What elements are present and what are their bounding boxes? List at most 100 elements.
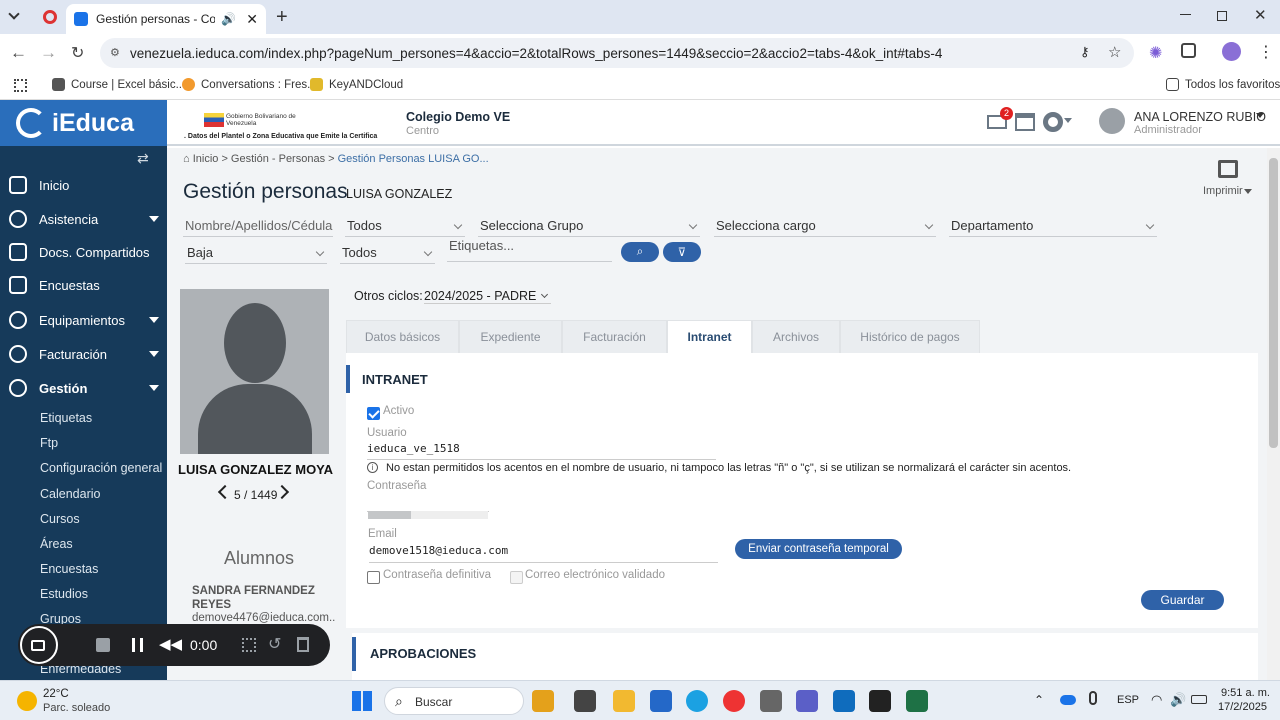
windows-start-icon[interactable] [352, 691, 372, 711]
back-arrow-icon[interactable]: ← [10, 43, 27, 63]
send-temp-password-button[interactable]: Enviar contraseña temporal [735, 539, 902, 559]
onedrive-cloud-icon[interactable] [1060, 695, 1076, 705]
tab-list-chevron-icon[interactable] [8, 8, 20, 20]
volume-icon[interactable]: 🔊 [1170, 692, 1186, 708]
tab-archivos[interactable]: Archivos [752, 320, 840, 354]
window-restore-button[interactable] [1217, 11, 1227, 21]
sidebar-sub-areas[interactable]: Áreas [40, 537, 73, 551]
sidebar-sub-cursos[interactable]: Cursos [40, 512, 80, 526]
sidebar-sub-config[interactable]: Configuración general [40, 461, 162, 475]
clock-date[interactable]: 17/2/2025 [1218, 701, 1267, 713]
clear-filter-button[interactable]: ⊽ [663, 242, 701, 262]
taskbar-app-excel-icon[interactable] [906, 690, 928, 712]
breadcrumb-path[interactable]: Inicio > Gestión - Personas > [193, 153, 338, 165]
otros-ciclos-select[interactable]: 2024/2025 - PADRE [424, 289, 551, 304]
tab-close-icon[interactable]: ✕ [246, 11, 258, 28]
sidebar-collapse-icon[interactable]: ⇄ [137, 150, 149, 167]
printer-icon[interactable] [1218, 160, 1238, 178]
wifi-icon[interactable]: ◠ [1151, 692, 1162, 708]
bookmark-star-icon[interactable]: ☆ [1108, 43, 1121, 61]
taskbar-app-file-icon[interactable] [574, 690, 596, 712]
weather-temp[interactable]: 22°C [43, 688, 69, 700]
departamento-select[interactable]: Departamento [949, 215, 1157, 237]
user-menu-caret-icon[interactable] [1256, 113, 1264, 118]
todos-select-2[interactable]: Todos [340, 242, 435, 264]
clock-time[interactable]: 9:51 a. m. [1221, 687, 1270, 699]
calendar-icon[interactable] [1015, 113, 1035, 131]
sidebar-item-inicio[interactable]: Inicio [0, 170, 167, 200]
password-key-icon[interactable]: ⚷ [1080, 44, 1090, 60]
all-bookmarks-folder[interactable]: Todos los favoritos [1166, 78, 1280, 91]
person-photo[interactable] [180, 289, 329, 454]
activo-checkbox[interactable] [367, 407, 380, 420]
search-button[interactable]: ⌕ [621, 242, 659, 262]
ieduca-logo[interactable]: iEduca [0, 100, 167, 146]
window-minimize-button[interactable] [1180, 14, 1191, 15]
baja-select[interactable]: Baja [185, 242, 327, 264]
tab-audio-icon[interactable]: 🔊 [221, 12, 236, 26]
trash-icon[interactable] [297, 637, 309, 652]
extension-gear-icon[interactable]: ✺ [1149, 43, 1162, 63]
window-close-button[interactable]: ✕ [1254, 6, 1267, 24]
camera-toggle-button[interactable] [20, 626, 58, 664]
extensions-puzzle-icon[interactable] [1181, 43, 1196, 58]
student-name[interactable]: SANDRA FERNANDEZ REYES [192, 584, 322, 612]
page-scrollbar-track[interactable] [1267, 148, 1280, 680]
contrasena-definitiva-checkbox[interactable] [367, 571, 380, 584]
browser-tab-active[interactable]: Gestión personas - Colegio 🔊 ✕ [66, 4, 266, 34]
cargo-select[interactable]: Selecciona cargo [714, 215, 936, 237]
sidebar-item-encuestas[interactable]: Encuestas [0, 270, 167, 300]
weather-sun-icon[interactable] [17, 691, 37, 711]
taskbar-app-briefcase-icon[interactable] [532, 690, 554, 712]
taskbar-app-chrome-icon[interactable] [723, 690, 745, 712]
tab-facturacion[interactable]: Facturación [562, 320, 667, 354]
bookmark-conversations[interactable]: Conversations : Fres... [182, 78, 317, 91]
grid-dots-icon[interactable] [242, 638, 256, 652]
search-name-input[interactable]: Nombre/Apellidos/Cédula [183, 215, 333, 237]
tray-expand-icon[interactable]: ⌃ [1034, 693, 1044, 707]
address-bar[interactable]: ⚙ venezuela.ieduca.com/index.php?pageNum… [100, 38, 1134, 68]
print-caret-icon[interactable] [1244, 189, 1252, 194]
user-avatar[interactable] [1099, 108, 1125, 134]
taskbar-app-store-icon[interactable] [650, 690, 672, 712]
etiquetas-input[interactable]: Etiquetas... [447, 234, 612, 262]
tab-historico-pagos[interactable]: Histórico de pagos [840, 320, 980, 354]
bookmark-keyandcloud[interactable]: KeyANDCloud [310, 78, 403, 91]
site-info-icon[interactable]: ⚙ [110, 46, 120, 59]
taskbar-app-calculator-icon[interactable] [760, 690, 782, 712]
sidebar-item-docs[interactable]: Docs. Compartidos [0, 237, 167, 267]
restart-icon[interactable]: ↺ [268, 634, 281, 654]
email-input[interactable]: demove1518@ieduca.com [369, 544, 718, 563]
input-language[interactable]: ESP [1117, 694, 1139, 706]
sidebar-item-asistencia[interactable]: Asistencia [0, 204, 167, 234]
sidebar-item-equipamientos[interactable]: Equipamientos [0, 305, 167, 335]
tab-intranet[interactable]: Intranet [667, 320, 752, 354]
reload-icon[interactable]: ↻ [71, 43, 84, 63]
sidebar-sub-etiquetas[interactable]: Etiquetas [40, 411, 92, 425]
profile-avatar-icon[interactable] [1222, 42, 1241, 61]
sidebar-sub-encuestas[interactable]: Encuestas [40, 562, 98, 576]
print-label[interactable]: Imprimir [1203, 185, 1243, 197]
usuario-input[interactable]: ieduca_ve_1518 [367, 442, 716, 460]
user-name[interactable]: ANA LORENZO RUBIO [1134, 110, 1266, 124]
support-caret-icon[interactable] [1064, 118, 1072, 123]
sidebar-sub-estudios[interactable]: Estudios [40, 587, 88, 601]
new-tab-button[interactable]: + [276, 6, 288, 29]
forward-arrow-icon[interactable]: → [40, 43, 57, 63]
prev-person-icon[interactable] [217, 484, 233, 500]
sidebar-item-facturacion[interactable]: Facturación [0, 339, 167, 369]
school-name[interactable]: Colegio Demo VE [406, 110, 510, 124]
taskbar-app-outlook-icon[interactable] [833, 690, 855, 712]
taskbar-app-explorer-icon[interactable] [613, 690, 635, 712]
browser-menu-icon[interactable]: ⋮ [1258, 42, 1274, 62]
bookmark-course[interactable]: Course | Excel básic... [52, 78, 185, 91]
guardar-button[interactable]: Guardar [1141, 590, 1224, 610]
battery-icon[interactable] [1191, 695, 1207, 704]
tab-datos-basicos[interactable]: Datos básicos [346, 320, 459, 354]
support-lifebuoy-icon[interactable] [1043, 112, 1063, 132]
tab-expediente[interactable]: Expediente [459, 320, 562, 354]
taskbar-search[interactable]: ⌕ Buscar [384, 687, 524, 715]
stop-button[interactable] [96, 638, 110, 652]
rewind-icon[interactable]: ◀◀ [159, 635, 182, 653]
apps-grid-icon[interactable] [14, 79, 27, 92]
